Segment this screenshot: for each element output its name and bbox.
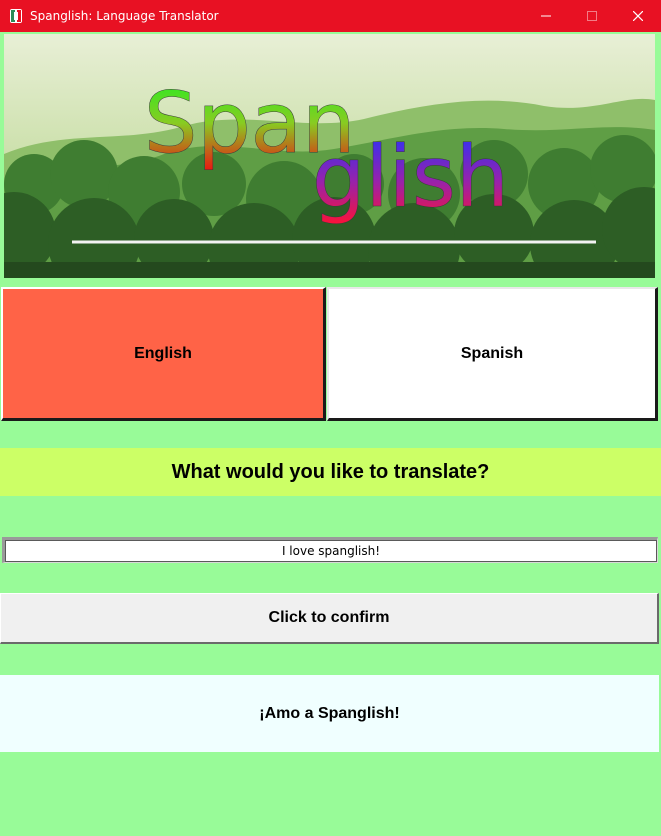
spanish-label: Spanish xyxy=(460,344,524,362)
minimize-button[interactable] xyxy=(523,0,569,32)
jungle-background: Span glish xyxy=(4,34,655,278)
prompt-label: What would you like to translate? xyxy=(0,448,661,496)
maximize-button[interactable] xyxy=(569,0,615,32)
confirm-label: Click to confirm xyxy=(268,609,390,626)
banner-image: Span glish xyxy=(4,34,655,278)
close-button[interactable] xyxy=(615,0,661,32)
app-icon xyxy=(10,9,22,23)
result-text: ¡Amo a Spanglish! xyxy=(259,704,400,722)
window-controls xyxy=(523,0,661,32)
maximize-icon xyxy=(587,11,597,21)
translation-result: ¡Amo a Spanglish! xyxy=(0,675,659,752)
english-button[interactable]: English xyxy=(1,287,326,421)
confirm-button[interactable]: Click to confirm xyxy=(0,593,659,644)
logo-glish: glish xyxy=(312,128,509,226)
english-label: English xyxy=(134,344,192,362)
window-title: Spanglish: Language Translator xyxy=(30,9,219,23)
spanish-button[interactable]: Spanish xyxy=(327,287,658,421)
title-bar[interactable]: Spanglish: Language Translator xyxy=(0,0,661,32)
minimize-icon xyxy=(541,15,551,17)
text-input-frame xyxy=(2,537,658,563)
translate-input[interactable] xyxy=(5,540,657,562)
close-icon xyxy=(633,11,643,21)
